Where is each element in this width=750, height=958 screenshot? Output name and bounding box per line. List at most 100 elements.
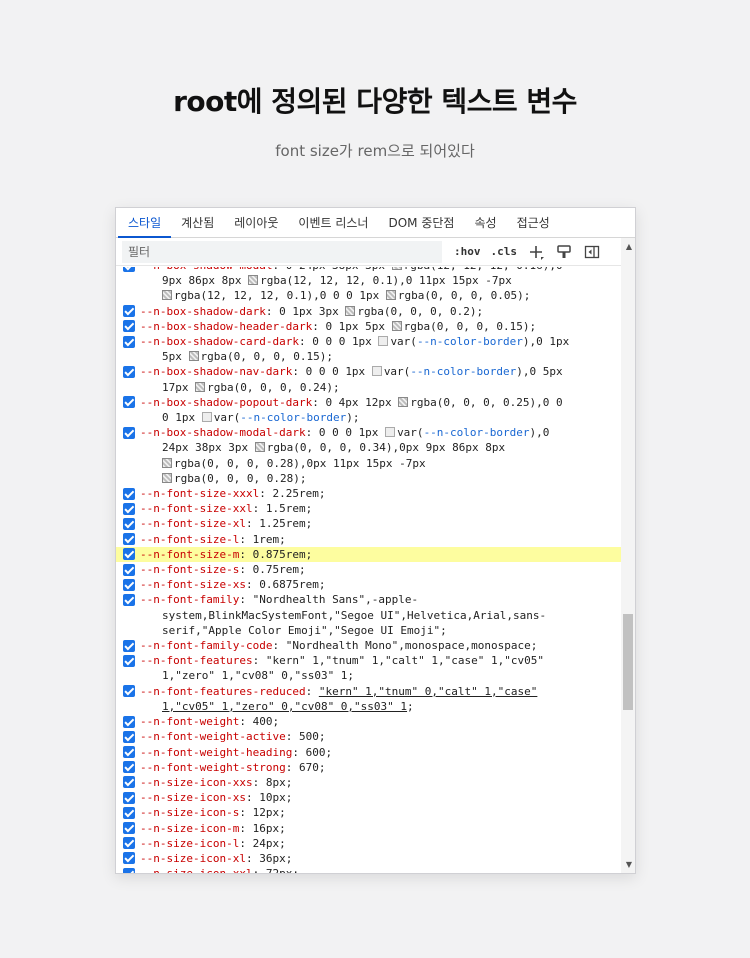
property-value[interactable]: 1.25rem; xyxy=(259,517,312,530)
declaration-checkbox[interactable] xyxy=(123,761,135,774)
color-swatch-icon[interactable] xyxy=(371,366,382,377)
tab-computed[interactable]: 계산됨 xyxy=(171,208,224,237)
property-name[interactable]: --n-font-features xyxy=(140,654,253,667)
filter-input[interactable] xyxy=(122,240,442,263)
property-name[interactable]: --n-box-shadow-modal xyxy=(140,267,272,272)
property-name[interactable]: --n-box-shadow-card-dark xyxy=(140,335,299,348)
scroll-up-arrow-icon[interactable]: ▲ xyxy=(626,242,632,251)
property-name[interactable]: --n-font-size-s xyxy=(140,563,239,576)
declaration-checkbox[interactable] xyxy=(123,548,135,561)
property-value[interactable]: 16px; xyxy=(253,822,286,835)
scrollbar-thumb[interactable] xyxy=(623,614,633,710)
variable-reference-link[interactable]: --n-color-border xyxy=(410,365,516,378)
property-name[interactable]: --n-font-family-code xyxy=(140,639,272,652)
property-value[interactable]: 0 1px 5px rgba(0, 0, 0, 0.15); xyxy=(325,320,536,333)
property-value[interactable]: 24px; xyxy=(253,837,286,850)
property-value[interactable]: 0 4px 12px rgba(0, 0, 0, 0.25),0 0 xyxy=(325,396,562,409)
property-value[interactable]: 1.5rem; xyxy=(266,502,312,515)
property-name[interactable]: --n-font-features-reduced xyxy=(140,685,306,698)
property-value[interactable]: serif,"Apple Color Emoji","Segoe UI Emoj… xyxy=(162,624,447,637)
declaration-checkbox[interactable] xyxy=(123,267,135,272)
property-value[interactable]: 72px; xyxy=(266,867,299,873)
color-swatch-icon[interactable] xyxy=(162,472,172,483)
declaration-checkbox[interactable] xyxy=(123,426,135,439)
property-value[interactable]: 0.875rem; xyxy=(253,548,313,561)
property-name[interactable]: --n-font-size-m xyxy=(140,548,239,561)
declaration-checkbox[interactable] xyxy=(123,715,135,728)
property-value[interactable]: 5px rgba(0, 0, 0, 0.15); xyxy=(162,350,333,363)
property-value[interactable]: "kern" 1,"tnum" 0,"calt" 1,"case" xyxy=(319,685,538,698)
declaration-checkbox[interactable] xyxy=(123,533,135,546)
property-name[interactable]: --n-size-icon-xxl xyxy=(140,867,253,873)
declaration-checkbox[interactable] xyxy=(123,396,135,409)
declaration-checkbox[interactable] xyxy=(123,365,135,378)
property-value[interactable]: 12px; xyxy=(253,806,286,819)
property-name[interactable]: --n-box-shadow-modal-dark xyxy=(140,426,306,439)
paint-brush-icon[interactable] xyxy=(555,243,573,261)
declaration-checkbox[interactable] xyxy=(123,852,135,865)
property-value[interactable]: rgba(0, 0, 0, 0.28),0px 11px 15px -7px xyxy=(162,457,426,470)
tab-layout[interactable]: 레이아웃 xyxy=(224,208,288,237)
property-name[interactable]: --n-font-weight-heading xyxy=(140,746,292,759)
property-name[interactable]: --n-font-weight-strong xyxy=(140,761,286,774)
color-swatch-icon[interactable] xyxy=(162,457,172,468)
property-name[interactable]: --n-size-icon-l xyxy=(140,837,239,850)
tab-styles[interactable]: 스타일 xyxy=(118,208,172,238)
declaration-checkbox[interactable] xyxy=(123,335,135,348)
color-swatch-icon[interactable] xyxy=(195,381,206,392)
tab-properties[interactable]: 속성 xyxy=(464,208,506,237)
property-value[interactable]: 0 0 0 1px var(--n-color-border),0 xyxy=(319,426,550,439)
declaration-checkbox[interactable] xyxy=(123,639,135,652)
declaration-checkbox[interactable] xyxy=(123,305,135,318)
property-value[interactable]: 10px; xyxy=(259,791,292,804)
property-value[interactable]: 400; xyxy=(253,715,280,728)
property-value[interactable]: 17px rgba(0, 0, 0, 0.24); xyxy=(162,381,340,394)
property-name[interactable]: --n-box-shadow-popout-dark xyxy=(140,396,312,409)
color-swatch-icon[interactable] xyxy=(345,305,356,316)
hov-toggle-button[interactable]: :hov xyxy=(454,245,481,258)
toggle-sidebar-icon[interactable] xyxy=(583,243,601,261)
declaration-checkbox[interactable] xyxy=(123,822,135,835)
declaration-checkbox[interactable] xyxy=(123,593,135,606)
property-name[interactable]: --n-font-weight xyxy=(140,715,239,728)
property-name[interactable]: --n-box-shadow-header-dark xyxy=(140,320,312,333)
property-name[interactable]: --n-box-shadow-dark xyxy=(140,305,266,318)
property-value[interactable]: 600; xyxy=(306,746,333,759)
property-value[interactable]: 0 24px 38px 3px rgba(12, 12, 12, 0.16),0 xyxy=(286,267,563,272)
property-value[interactable]: 1,"zero" 1,"cv08" 0,"ss03" 1; xyxy=(162,669,354,682)
declaration-checkbox[interactable] xyxy=(123,746,135,758)
new-style-rule-plus-icon[interactable] xyxy=(527,243,545,261)
declaration-checkbox[interactable] xyxy=(123,685,135,698)
declaration-checkbox[interactable] xyxy=(123,487,135,500)
color-swatch-icon[interactable] xyxy=(248,275,259,286)
property-value[interactable]: "Nordhealth Mono",monospace,monospace; xyxy=(286,639,538,652)
color-swatch-icon[interactable] xyxy=(201,412,212,423)
property-value[interactable]: rgba(0, 0, 0, 0.28); xyxy=(162,472,306,485)
property-name[interactable]: --n-font-weight-active xyxy=(140,730,286,743)
property-value[interactable]: 670; xyxy=(299,761,326,774)
declaration-checkbox[interactable] xyxy=(123,502,135,515)
property-value[interactable]: 0.6875rem; xyxy=(259,578,325,591)
property-value[interactable]: 2.25rem; xyxy=(272,487,325,500)
property-value[interactable]: 36px; xyxy=(259,852,292,865)
tab-dom-breakpoints[interactable]: DOM 중단점 xyxy=(378,208,464,237)
tab-accessibility[interactable]: 접근성 xyxy=(507,208,560,237)
property-value[interactable]: 1,"cv05" 1,"zero" 0,"cv08" 0,"ss03" 1; xyxy=(162,700,414,713)
color-swatch-icon[interactable] xyxy=(385,290,396,301)
property-value[interactable]: 0 1px var(--n-color-border); xyxy=(162,411,359,424)
variable-reference-link[interactable]: --n-color-border xyxy=(240,411,346,424)
property-name[interactable]: --n-font-size-xxl xyxy=(140,502,253,515)
property-value[interactable]: 1rem; xyxy=(253,533,286,546)
variable-reference-link[interactable]: --n-color-border xyxy=(424,426,530,439)
declaration-checkbox[interactable] xyxy=(123,563,135,576)
declaration-checkbox[interactable] xyxy=(123,654,135,667)
property-name[interactable]: --n-size-icon-s xyxy=(140,806,239,819)
property-value[interactable]: "kern" 1,"tnum" 1,"calt" 1,"case" 1,"cv0… xyxy=(266,654,544,667)
property-name[interactable]: --n-font-size-xl xyxy=(140,517,246,530)
property-value[interactable]: "Nordhealth Sans",-apple- xyxy=(253,593,419,606)
declaration-checkbox[interactable] xyxy=(123,320,135,333)
color-swatch-icon[interactable] xyxy=(378,336,389,347)
property-name[interactable]: --n-font-size-l xyxy=(140,533,239,546)
scrollbar[interactable] xyxy=(621,238,635,873)
scroll-down-arrow-icon[interactable]: ▼ xyxy=(626,860,632,869)
